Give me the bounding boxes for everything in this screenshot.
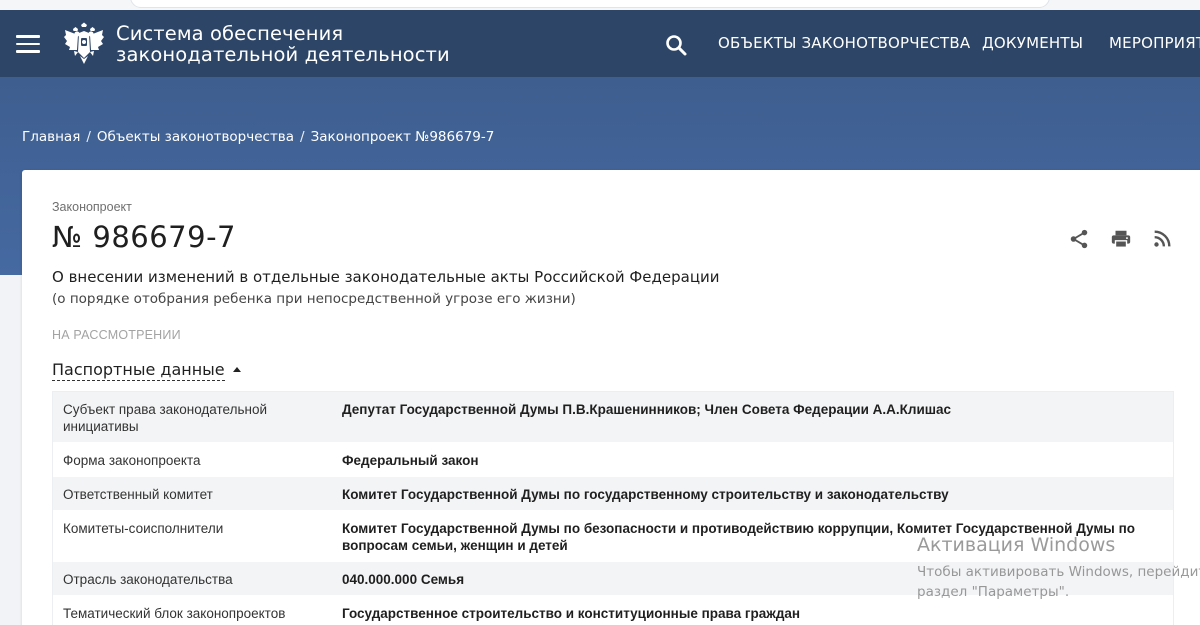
browser-address-bar[interactable] [130, 0, 1050, 8]
bill-number: № 986679-7 [52, 220, 236, 254]
search-icon[interactable] [664, 33, 688, 57]
breadcrumb: Главная / Объекты законотворчества / Законоп… [22, 129, 494, 145]
rss-icon[interactable] [1151, 228, 1173, 250]
passport-value: Федеральный закон [342, 453, 479, 468]
site-title-line1: Система обеспечения [116, 22, 344, 45]
passport-value: Государственное строительство и конститу… [342, 606, 801, 621]
table-row: Ответственный комитет Комитет Государств… [53, 477, 1173, 511]
breadcrumb-separator: / [86, 129, 91, 145]
share-icon[interactable] [1068, 228, 1090, 250]
table-row: Субъект права законодательной инициативы… [53, 392, 1173, 443]
passport-data-label: Паспортные данные [52, 360, 225, 381]
site-title-line2: законодательной деятельности [116, 43, 450, 66]
site-title[interactable]: Система обеспечения законодательной деят… [116, 23, 450, 65]
passport-key: Субъект права законодательной инициативы [63, 402, 268, 434]
bill-status: НА РАССМОТРЕНИИ [52, 328, 181, 342]
site-header: Система обеспечения законодательной деят… [0, 10, 1200, 77]
nav-item-legislative-objects[interactable]: ОБЪЕКТЫ ЗАКОНОТВОРЧЕСТВА [718, 34, 970, 52]
passport-key: Форма законопроекта [63, 453, 201, 468]
watermark-line: Чтобы активировать Windows, перейдите [917, 564, 1200, 580]
bill-kind-label: Законопроект [52, 200, 132, 214]
watermark-title: Активация Windows [917, 534, 1116, 556]
caret-up-icon [232, 367, 241, 372]
table-row: Форма законопроекта Федеральный закон [53, 443, 1173, 477]
hamburger-menu-icon[interactable] [16, 35, 40, 53]
breadcrumb-separator: / [300, 129, 305, 145]
passport-key: Комитеты-соисполнители [63, 521, 224, 536]
passport-value: Депутат Государственной Думы П.В.Крашени… [342, 402, 952, 417]
passport-key: Ответственный комитет [63, 487, 213, 502]
print-icon[interactable] [1110, 228, 1132, 250]
breadcrumb-home[interactable]: Главная [22, 129, 80, 145]
passport-data-toggle[interactable]: Паспортные данные [52, 360, 241, 381]
bill-subtitle: (о порядке отобрания ребенка при непосре… [52, 291, 576, 307]
coat-of-arms-emblem[interactable] [62, 22, 106, 66]
nav-item-documents[interactable]: ДОКУМЕНТЫ [982, 34, 1083, 52]
browser-address-strip [0, 0, 1200, 10]
bill-title: О внесении изменений в отдельные законод… [52, 268, 720, 286]
windows-activation-watermark: Активация Windows Чтобы активировать Win… [917, 534, 1200, 602]
breadcrumb-legislative-objects[interactable]: Объекты законотворчества [97, 129, 294, 145]
passport-value: Комитет Государственной Думы по государс… [342, 487, 949, 502]
passport-key: Тематический блок законопроектов [63, 606, 286, 621]
watermark-line: раздел "Параметры". [917, 584, 1070, 600]
passport-key: Отрасль законодательства [63, 572, 233, 587]
nav-item-events[interactable]: МЕРОПРИЯТ [1109, 34, 1200, 52]
breadcrumb-current-bill: Законопроект №986679-7 [310, 129, 495, 145]
